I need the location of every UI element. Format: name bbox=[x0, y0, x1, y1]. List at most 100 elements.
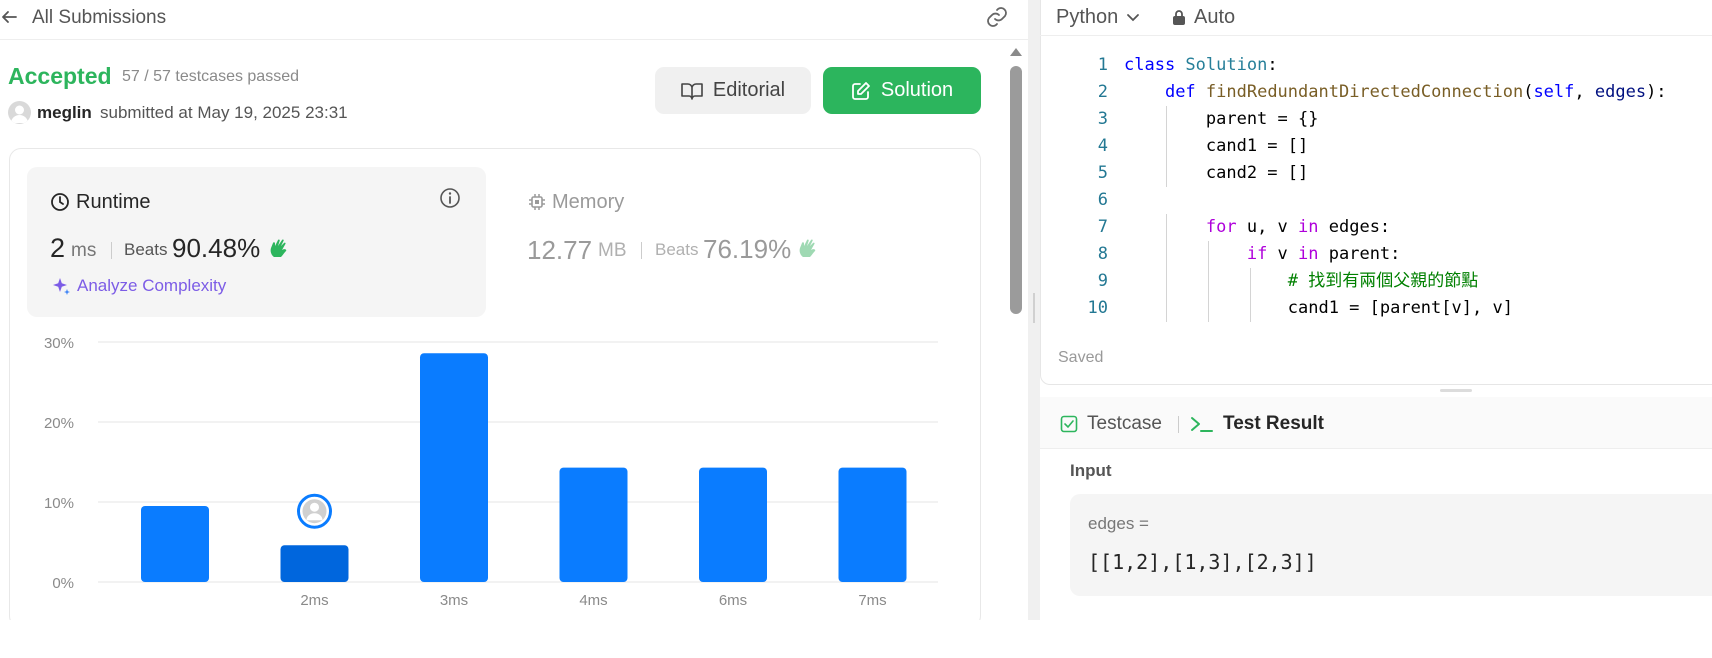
code-text: cand1 = [parent[v], v] bbox=[1124, 295, 1513, 322]
runtime-beats-label: Beats bbox=[124, 240, 168, 259]
line-number: 4 bbox=[1097, 136, 1108, 156]
separator bbox=[111, 242, 112, 259]
code-token: in bbox=[1298, 244, 1319, 264]
line-number: 2 bbox=[1097, 82, 1108, 102]
code-token: : bbox=[1267, 55, 1278, 75]
all-submissions-link[interactable]: All Submissions bbox=[32, 7, 166, 29]
code-token: self bbox=[1533, 82, 1575, 102]
username[interactable]: meglin bbox=[37, 103, 92, 123]
code-line[interactable]: 7 for u, v in edges: bbox=[1040, 214, 1712, 241]
tab-testcase-label: Testcase bbox=[1087, 413, 1162, 434]
tab-test-result[interactable]: Test Result bbox=[1190, 413, 1324, 435]
chart-bar[interactable] bbox=[559, 467, 628, 582]
line-number: 8 bbox=[1097, 244, 1108, 264]
code-text: for u, v in edges: bbox=[1124, 214, 1390, 241]
avatar[interactable] bbox=[8, 101, 31, 124]
code-token: edges bbox=[1594, 82, 1647, 102]
memory-beats-value: 76.19% bbox=[703, 234, 792, 264]
analyze-complexity-link[interactable]: Analyze Complexity bbox=[51, 276, 226, 296]
chevron-down-icon bbox=[1127, 13, 1140, 21]
book-icon bbox=[681, 82, 703, 100]
code-line[interactable]: 10 cand1 = [parent[v], v] bbox=[1040, 295, 1712, 322]
tab-testcase[interactable]: Testcase bbox=[1060, 413, 1162, 435]
code-token: v bbox=[1267, 244, 1299, 264]
code-line[interactable]: 5 cand2 = [] bbox=[1040, 160, 1712, 187]
chart-bar[interactable] bbox=[699, 467, 767, 582]
mode-label: Auto bbox=[1194, 6, 1236, 28]
saved-status: Saved bbox=[1058, 349, 1104, 366]
submission-panel: All Submissions Accepted 57 / 57 testcas… bbox=[0, 0, 1028, 628]
input-value[interactable]: [[1,2],[1,3],[2,3]] bbox=[1088, 550, 1317, 574]
chart-bar[interactable] bbox=[838, 467, 907, 582]
line-number: 3 bbox=[1097, 109, 1108, 129]
chart-bar[interactable] bbox=[420, 353, 488, 582]
status-accepted: Accepted bbox=[8, 63, 112, 89]
scrollbar-thumb[interactable] bbox=[1010, 66, 1022, 314]
y-tick-label: 0% bbox=[52, 575, 74, 592]
info-icon[interactable] bbox=[439, 187, 461, 209]
link-icon[interactable] bbox=[984, 6, 1010, 28]
x-tick-label: 4ms bbox=[579, 592, 607, 609]
chip-icon bbox=[529, 194, 545, 210]
checkbox-icon bbox=[1060, 415, 1078, 433]
editorial-button[interactable]: Editorial bbox=[655, 67, 811, 114]
code-token: class bbox=[1124, 55, 1186, 75]
code-token: in bbox=[1298, 217, 1319, 237]
submitted-at: submitted at May 19, 2025 23:31 bbox=[100, 103, 348, 122]
memory-value: 12.77 bbox=[527, 235, 593, 265]
code-line[interactable]: 8 if v in parent: bbox=[1040, 241, 1712, 268]
runtime-unit: ms bbox=[71, 240, 97, 261]
code-line[interactable]: 9 # 找到有兩個父親的節點 bbox=[1040, 268, 1712, 295]
runtime-value: 2 bbox=[50, 233, 66, 263]
x-tick-label: 7ms bbox=[858, 592, 886, 609]
testcases-passed: 57 / 57 testcases passed bbox=[122, 68, 299, 85]
code-line[interactable]: 4 cand1 = [] bbox=[1040, 133, 1712, 160]
panel-resize-handle[interactable] bbox=[1440, 389, 1472, 392]
x-tick-label: 6ms bbox=[719, 592, 747, 609]
solution-label: Solution bbox=[880, 79, 954, 101]
line-number: 9 bbox=[1097, 271, 1108, 291]
language-label: Python bbox=[1056, 6, 1119, 28]
code-line[interactable]: 1 class Solution: bbox=[1040, 52, 1712, 79]
code-token: ( bbox=[1523, 82, 1534, 102]
code-line[interactable]: 3 parent = {} bbox=[1040, 106, 1712, 133]
solution-button[interactable]: Solution bbox=[823, 67, 981, 114]
code-token: cand1 = [] bbox=[1124, 136, 1309, 156]
code-text: # 找到有兩個父親的節點 bbox=[1124, 268, 1478, 295]
y-tick-label: 20% bbox=[44, 415, 74, 432]
mode-select[interactable]: Auto bbox=[1172, 6, 1235, 29]
runtime-label: Runtime bbox=[76, 191, 151, 213]
tab-separator bbox=[1178, 416, 1179, 433]
code-token: ): bbox=[1646, 82, 1667, 102]
divider-handle[interactable] bbox=[1033, 293, 1035, 323]
terminal-icon bbox=[1191, 417, 1213, 432]
code-text: def findRedundantDirectedConnection(self… bbox=[1124, 79, 1667, 106]
chart-bar[interactable] bbox=[141, 506, 209, 582]
line-number: 5 bbox=[1097, 163, 1108, 183]
code-text: if v in parent: bbox=[1124, 241, 1401, 268]
code-token: cand2 = [] bbox=[1124, 163, 1309, 183]
edit-icon bbox=[851, 81, 870, 100]
bottom-blank bbox=[0, 620, 1712, 658]
arrow-left-icon[interactable] bbox=[0, 8, 18, 26]
code-token: cand1 = [parent[v], v] bbox=[1124, 298, 1513, 318]
separator bbox=[641, 242, 642, 259]
runtime-distribution-chart: 0% 10% 20% 30% 2ms 3ms 4ms 6ms 7ms bbox=[44, 335, 938, 609]
line-number: 10 bbox=[1087, 298, 1108, 318]
code-token: u, v bbox=[1236, 217, 1299, 237]
code-editor[interactable]: 1 class Solution: 2 def findRedundantDirec… bbox=[1040, 52, 1712, 322]
code-line[interactable]: 2 def findRedundantDirectedConnection(se… bbox=[1040, 79, 1712, 106]
lock-icon bbox=[1173, 10, 1185, 25]
analyze-complexity-label: Analyze Complexity bbox=[77, 276, 227, 295]
language-select[interactable]: Python bbox=[1056, 6, 1140, 29]
runtime-beats-value: 90.48% bbox=[172, 233, 261, 263]
input-box bbox=[1070, 494, 1712, 596]
code-line[interactable]: 6 bbox=[1040, 187, 1712, 214]
scroll-up-arrow[interactable] bbox=[1010, 48, 1022, 56]
code-token: parent: bbox=[1318, 244, 1401, 264]
chart-bar[interactable] bbox=[280, 545, 349, 582]
clock-icon bbox=[51, 193, 69, 211]
